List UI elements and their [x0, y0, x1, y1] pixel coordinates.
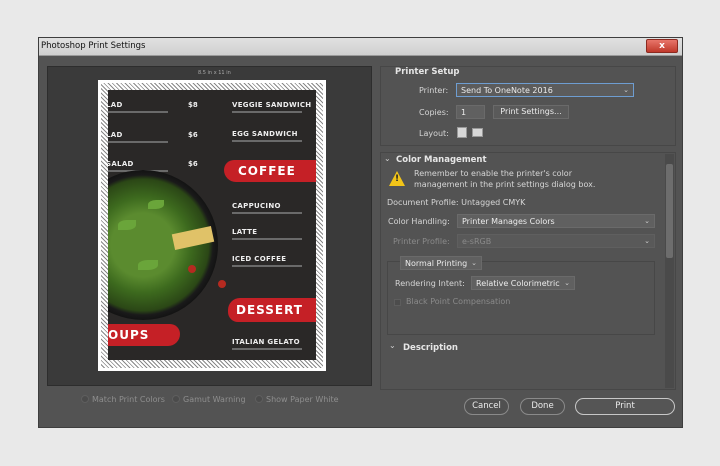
warning-icon: ! [389, 171, 405, 186]
copies-label: Copies: [419, 108, 449, 117]
printer-setup-panel: Printer Setup Printer: Send To OneNote 2… [380, 66, 676, 146]
printer-setup-title: Printer Setup [395, 67, 460, 77]
chevron-down-icon: ⌄ [644, 217, 650, 225]
tomato [218, 280, 226, 288]
menu-item: EGG SANDWICH [232, 130, 298, 138]
color-management-title: Color Management [396, 155, 487, 165]
copies-input[interactable]: 1 [456, 105, 485, 119]
tomato [188, 265, 196, 273]
chevron-down-icon: ⌄ [623, 86, 629, 94]
menu-item: LATTE [232, 228, 258, 236]
fine-print-line [232, 212, 302, 214]
black-point-checkbox[interactable] [394, 299, 401, 306]
print-settings-button[interactable]: Print Settings... [493, 105, 569, 119]
match-print-colors-option[interactable]: Match Print Colors [81, 395, 165, 404]
menu-item: ITALIAN GELATO [232, 338, 300, 346]
scrollbar-thumb[interactable] [666, 164, 673, 258]
fine-print-line [232, 111, 302, 113]
fine-print-line [232, 348, 302, 350]
paper-size-label: 8.5 in x 11 in [198, 70, 231, 76]
print-button[interactable]: Print [575, 398, 675, 415]
coffee-banner: COFFEE [224, 160, 316, 182]
printer-profile-select[interactable]: e-sRGB ⌄ [457, 234, 655, 248]
landscape-layout-icon[interactable] [472, 128, 483, 137]
radio-icon [81, 395, 89, 403]
color-management-panel: ⌄ Color Management ! Remember to enable … [380, 152, 676, 390]
window-title: Photoshop Print Settings [41, 41, 146, 51]
left-menu-item: SALAD [108, 160, 134, 168]
chevron-down-icon: ⌄ [471, 259, 477, 267]
menu-item: CAPPUCINO [232, 202, 281, 210]
gamut-warning-option[interactable]: Gamut Warning [172, 395, 246, 404]
preview-paper[interactable]: LAD LAD SALAD $8 $6 $6 VEGGIE SANDWICH E… [98, 80, 326, 371]
chevron-down-icon: ⌄ [644, 237, 650, 245]
left-menu-item: LAD [108, 101, 123, 109]
radio-icon [172, 395, 180, 403]
chevron-down-icon[interactable]: ⌄ [389, 341, 396, 350]
preview-artwork: LAD LAD SALAD $8 $6 $6 VEGGIE SANDWICH E… [108, 90, 316, 360]
color-handling-label: Color Handling: [388, 217, 450, 226]
printer-profile-label: Printer Profile: [393, 237, 450, 246]
menu-price: $8 [188, 101, 198, 109]
warning-text-line2: management in the print settings dialog … [414, 180, 596, 189]
print-settings-dialog: Photoshop Print Settings x 8.5 in x 11 i… [38, 37, 683, 428]
chevron-down-icon[interactable]: ⌄ [384, 154, 391, 163]
menu-price: $6 [188, 131, 198, 139]
fine-print-line [232, 265, 302, 267]
salad-plate-image [108, 170, 218, 320]
soups-banner: OUPS [108, 324, 180, 346]
layout-label: Layout: [419, 129, 449, 138]
fine-print-line [108, 141, 168, 143]
document-profile: Document Profile: Untagged CMYK [387, 198, 526, 207]
printing-options-group: Normal Printing ⌄ Rendering Intent: Rela… [387, 256, 655, 335]
close-button[interactable]: x [646, 39, 678, 53]
salad-leaf [118, 220, 136, 230]
print-preview: 8.5 in x 11 in LAD LAD SALAD $8 $6 $6 VE… [47, 66, 372, 386]
done-button[interactable]: Done [520, 398, 565, 415]
printer-select[interactable]: Send To OneNote 2016 ⌄ [456, 83, 634, 97]
fine-print-line [232, 238, 302, 240]
rendering-intent-select[interactable]: Relative Colorimetric ⌄ [471, 276, 575, 290]
chevron-down-icon: ⌄ [564, 279, 570, 287]
fine-print-line [108, 111, 168, 113]
printer-label: Printer: [419, 86, 449, 95]
title-bar: Photoshop Print Settings x [39, 38, 682, 56]
fine-print-line [232, 140, 302, 142]
salad-leaf [148, 200, 164, 209]
description-title: Description [403, 343, 458, 353]
dessert-banner: DESSERT [228, 298, 316, 322]
printing-mode-select[interactable]: Normal Printing ⌄ [400, 256, 482, 270]
menu-item: VEGGIE SANDWICH [232, 101, 312, 109]
portrait-layout-icon[interactable] [457, 127, 467, 138]
color-handling-select[interactable]: Printer Manages Colors ⌄ [457, 214, 655, 228]
warning-text-line1: Remember to enable the printer's color [414, 169, 572, 178]
menu-price: $6 [188, 160, 198, 168]
black-point-label: Black Point Compensation [406, 297, 511, 306]
menu-item: ICED COFFEE [232, 255, 287, 263]
show-paper-white-option[interactable]: Show Paper White [255, 395, 339, 404]
salad-leaf [138, 260, 158, 270]
scrollbar[interactable] [665, 154, 674, 388]
cancel-button[interactable]: Cancel [464, 398, 509, 415]
rendering-intent-label: Rendering Intent: [395, 279, 465, 288]
left-menu-item: LAD [108, 131, 123, 139]
radio-icon [255, 395, 263, 403]
